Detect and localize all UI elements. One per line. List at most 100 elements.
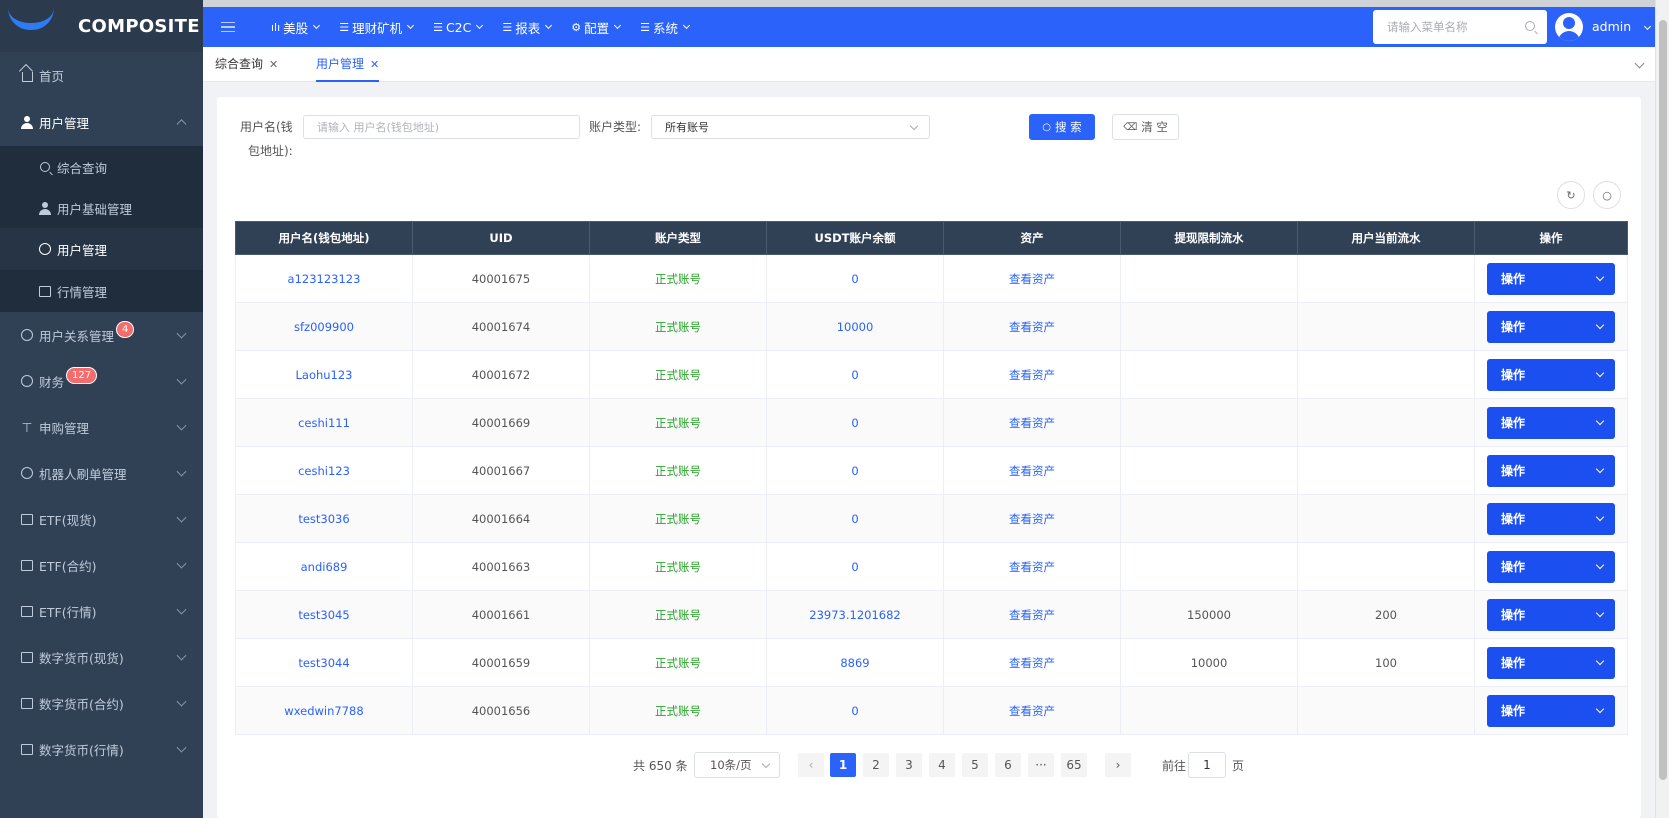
sidebar-item-subscription[interactable]: ⊤ 申购管理: [0, 404, 203, 450]
view-assets-link[interactable]: 查看资产: [1009, 512, 1055, 526]
usdt-balance-link[interactable]: 0: [851, 368, 858, 382]
sidebar-subitem-overview[interactable]: 综合查询: [0, 146, 203, 188]
search-button[interactable]: ○ 搜 索: [1029, 114, 1095, 140]
actions-dropdown-button[interactable]: 操作: [1487, 550, 1615, 583]
tab-user-management[interactable]: 用户管理 ✕: [316, 47, 380, 82]
sidebar-item-etf-market[interactable]: ETF(行情): [0, 588, 203, 634]
view-assets-link[interactable]: 查看资产: [1009, 704, 1055, 718]
refresh-button[interactable]: ↻: [1557, 181, 1585, 209]
username-link[interactable]: Laohu123: [295, 368, 352, 382]
usdt-balance-link[interactable]: 0: [851, 560, 858, 574]
username-link[interactable]: test3036: [298, 512, 349, 526]
close-icon[interactable]: ✕: [269, 58, 278, 71]
view-assets-link[interactable]: 查看资产: [1009, 320, 1055, 334]
actions-dropdown-button[interactable]: 操作: [1487, 358, 1615, 391]
table-row: test3044 40001659 正式账号 8869 查看资产 10000 100 操作: [235, 638, 1628, 687]
page-size-select[interactable]: 10条/页: [694, 752, 780, 778]
nav-item-reports[interactable]: ☰ 报表: [502, 18, 553, 37]
usdt-balance-link[interactable]: 0: [851, 512, 858, 526]
close-icon[interactable]: ✕: [370, 58, 379, 71]
hamburger-icon[interactable]: [221, 22, 235, 32]
actions-dropdown-button[interactable]: 操作: [1487, 406, 1615, 439]
sidebar-item-crypto-spot[interactable]: 数字货币(现货): [0, 634, 203, 680]
usdt-balance-link[interactable]: 23973.1201682: [809, 608, 900, 622]
username-link[interactable]: test3044: [298, 656, 349, 670]
username-link[interactable]: ceshi123: [298, 464, 350, 478]
view-assets-link[interactable]: 查看资产: [1009, 416, 1055, 430]
sidebar-item-user-management[interactable]: 用户管理: [0, 98, 203, 146]
sidebar-item-crypto-market[interactable]: 数字货币(行情): [0, 726, 203, 772]
search-icon[interactable]: [1525, 21, 1535, 31]
nav-item-config[interactable]: ⚙ 配置: [571, 18, 622, 37]
page-ellipsis[interactable]: ···: [1028, 753, 1054, 777]
sidebar-item-etf-contract[interactable]: ETF(合约): [0, 542, 203, 588]
user-icon: [38, 201, 52, 215]
prev-page-button[interactable]: ‹: [798, 753, 824, 777]
username-link[interactable]: test3045: [298, 608, 349, 622]
withdraw-limit-cell: [1120, 446, 1298, 495]
usdt-balance-link[interactable]: 0: [851, 464, 858, 478]
sidebar-item-label: 数字货币(现货): [39, 650, 124, 666]
avatar[interactable]: [1555, 13, 1583, 41]
sidebar-item-finance[interactable]: 财务 127: [0, 358, 203, 404]
next-page-button[interactable]: ›: [1105, 753, 1131, 777]
username-input[interactable]: [317, 120, 579, 134]
notification-badge: 127: [66, 366, 98, 384]
page-button[interactable]: 2: [863, 753, 889, 777]
menu-search-input[interactable]: [1387, 20, 1517, 34]
username-link[interactable]: sfz009900: [294, 320, 354, 334]
sidebar-item-user-relations[interactable]: 用户关系管理 4: [0, 312, 203, 358]
clear-button[interactable]: ⌫ 清 空: [1112, 114, 1179, 140]
actions-dropdown-button[interactable]: 操作: [1487, 310, 1615, 343]
scrollbar-thumb[interactable]: [1659, 20, 1667, 780]
actions-dropdown-button[interactable]: 操作: [1487, 454, 1615, 487]
view-assets-link[interactable]: 查看资产: [1009, 272, 1055, 286]
actions-dropdown-button[interactable]: 操作: [1487, 502, 1615, 535]
sidebar-item-home[interactable]: 首页: [0, 52, 203, 98]
actions-dropdown-button[interactable]: 操作: [1487, 598, 1615, 631]
usdt-balance-link[interactable]: 0: [851, 704, 858, 718]
nav-item-c2c[interactable]: ☰ C2C: [433, 20, 484, 35]
username-link[interactable]: andi689: [301, 560, 348, 574]
uid-cell: 40001675: [412, 254, 590, 303]
sidebar-subitem-user-management[interactable]: 用户管理: [0, 228, 203, 270]
tab-overview[interactable]: 综合查询 ✕: [215, 47, 278, 82]
user-menu[interactable]: admin: [1592, 19, 1652, 34]
goto-page-input[interactable]: 1: [1188, 752, 1226, 778]
nav-item-system[interactable]: ☰ 系统: [640, 18, 691, 37]
vertical-scrollbar[interactable]: [1655, 0, 1669, 818]
chevron-down-icon: [1595, 512, 1605, 521]
sidebar-item-robot[interactable]: 机器人刷单管理: [0, 450, 203, 496]
toggle-search-button[interactable]: ○: [1593, 181, 1621, 209]
username-link[interactable]: a123123123: [288, 272, 361, 286]
nav-item-us-stocks[interactable]: ılı 美股: [271, 18, 321, 37]
usdt-balance-link[interactable]: 8869: [840, 656, 869, 670]
usdt-balance-link[interactable]: 10000: [837, 320, 874, 334]
sidebar-item-etf-spot[interactable]: ETF(现货): [0, 496, 203, 542]
username-link[interactable]: ceshi111: [298, 416, 350, 430]
page-button[interactable]: 1: [830, 753, 856, 777]
nav-item-mining[interactable]: ☰ 理财矿机: [339, 18, 415, 37]
sidebar-subitem-market[interactable]: 行情管理: [0, 270, 203, 312]
page-button[interactable]: 65: [1061, 753, 1087, 777]
actions-dropdown-button[interactable]: 操作: [1487, 694, 1615, 727]
page-button[interactable]: 5: [962, 753, 988, 777]
actions-dropdown-button[interactable]: 操作: [1487, 646, 1615, 679]
sidebar-item-label: 用户关系管理: [39, 328, 115, 344]
chevron-down-icon[interactable]: [1634, 58, 1645, 69]
sidebar-item-crypto-contract[interactable]: 数字货币(合约): [0, 680, 203, 726]
usdt-balance-link[interactable]: 0: [851, 272, 858, 286]
account-type-select[interactable]: 所有账号: [651, 115, 930, 139]
view-assets-link[interactable]: 查看资产: [1009, 608, 1055, 622]
page-button[interactable]: 3: [896, 753, 922, 777]
view-assets-link[interactable]: 查看资产: [1009, 656, 1055, 670]
page-button[interactable]: 6: [995, 753, 1021, 777]
view-assets-link[interactable]: 查看资产: [1009, 464, 1055, 478]
usdt-balance-link[interactable]: 0: [851, 416, 858, 430]
view-assets-link[interactable]: 查看资产: [1009, 560, 1055, 574]
view-assets-link[interactable]: 查看资产: [1009, 368, 1055, 382]
username-link[interactable]: wxedwin7788: [284, 704, 363, 718]
actions-dropdown-button[interactable]: 操作: [1487, 262, 1615, 295]
sidebar-subitem-user-basic[interactable]: 用户基础管理: [0, 188, 203, 228]
page-button[interactable]: 4: [929, 753, 955, 777]
